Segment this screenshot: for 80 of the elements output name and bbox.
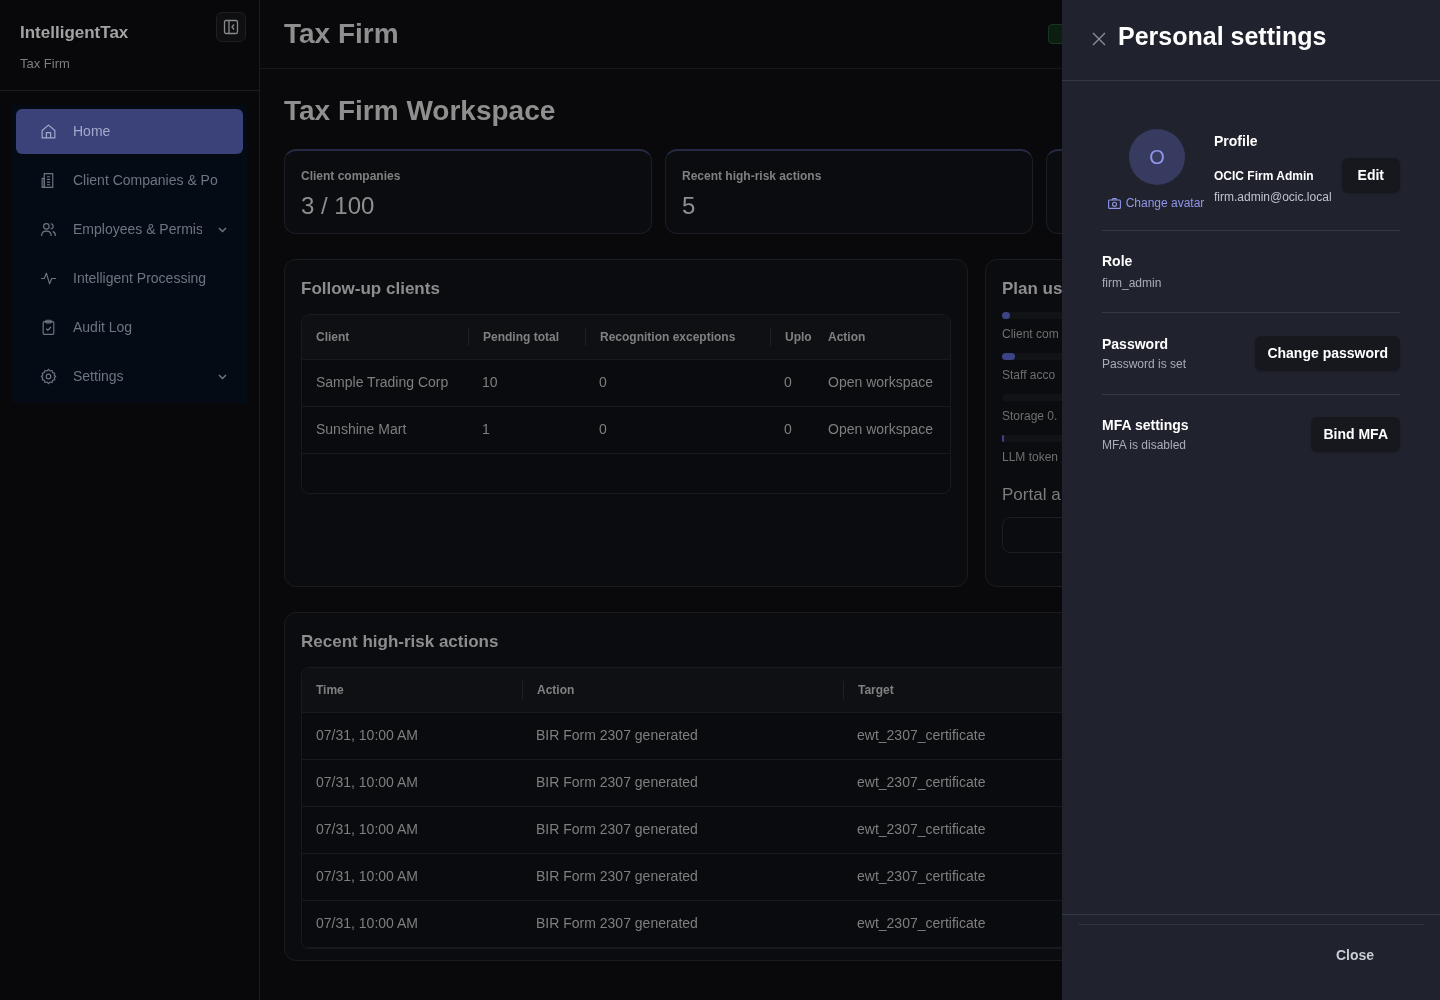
close-icon (1092, 32, 1106, 46)
profile-label: Profile (1214, 132, 1259, 151)
sidebar-item[interactable]: Employees & Permis (16, 207, 243, 252)
table-cell-text: 07/31, 10:00 AM (315, 726, 419, 745)
role-value: firm_admin (1102, 275, 1163, 292)
column-header: Time (315, 681, 345, 699)
table-cell-text: Sample Trading Corp (315, 373, 450, 392)
clipboard-icon (40, 319, 57, 336)
stat-value: 5 (682, 191, 697, 221)
user-email: firm.admin@ocic.local (1214, 189, 1333, 206)
home-icon (40, 123, 57, 140)
table-cell-text: 07/31, 10:00 AM (315, 820, 419, 839)
column-header: Recognition exceptions (585, 327, 770, 346)
table-cell-text: ewt_2307_certificate (856, 820, 987, 839)
column-header: Action (522, 680, 843, 699)
table-cell-text: BIR Form 2307 generated (535, 867, 699, 886)
page-title: Tax Firm Workspace (284, 94, 557, 128)
password-status: Password is set (1102, 356, 1187, 373)
usage-label: Storage 0. (1002, 407, 1059, 425)
bind-mfa-button[interactable]: Bind MFA (1311, 417, 1400, 452)
close-button[interactable]: Close (1335, 945, 1374, 966)
usage-label: LLM token (1002, 448, 1060, 466)
table-cell-text: BIR Form 2307 generated (535, 726, 699, 745)
table-cell-text: 0 (783, 420, 793, 439)
table-cell-text: ewt_2307_certificate (856, 914, 987, 933)
app-name: IntelligentTax (20, 22, 129, 44)
edit-button[interactable]: Edit (1341, 158, 1400, 193)
stat-value: 3 / 100 (301, 191, 376, 221)
table-cell-text: ewt_2307_certificate (856, 726, 987, 745)
table-cell-text: 07/31, 10:00 AM (315, 867, 419, 886)
close-icon-button[interactable] (1092, 32, 1106, 46)
app-subtitle: Tax Firm (20, 54, 71, 73)
column-header: Action (827, 328, 867, 346)
usage-label: Client com (1002, 325, 1060, 343)
sidebar-item[interactable]: Audit Log (16, 305, 243, 350)
password-label: Password (1102, 335, 1170, 354)
table-cell-text: BIR Form 2307 generated (535, 820, 699, 839)
column-header: Uplo (770, 327, 814, 346)
table-cell-text: 0 (783, 373, 793, 392)
sidebar-item[interactable]: Intelligent Processing (16, 256, 243, 301)
mfa-status: MFA is disabled (1102, 437, 1188, 454)
drawer-title: Personal settings (1118, 21, 1327, 52)
column-header: Pending total (468, 327, 585, 346)
pulse-icon (40, 270, 57, 287)
role-label: Role (1102, 252, 1134, 271)
sidebar-item[interactable]: Client Companies & Po (16, 158, 243, 203)
stat-label: Recent high-risk actions (682, 168, 823, 185)
table-cell-text: 07/31, 10:00 AM (315, 773, 419, 792)
table-cell-text: ewt_2307_certificate (856, 773, 987, 792)
stat-label: Client companies (301, 168, 402, 185)
table-cell-text: 0 (598, 373, 608, 392)
table-cell-text: 07/31, 10:00 AM (315, 914, 419, 933)
open-workspace-link[interactable]: Open workspace (814, 372, 950, 393)
table-cell-text: Sunshine Mart (315, 420, 408, 439)
users-icon (40, 221, 57, 238)
card-title: Follow-up clients (301, 278, 441, 300)
table-cell-text: 1 (481, 420, 491, 439)
usage-label: Staff acco (1002, 366, 1057, 384)
settings-icon (40, 368, 57, 385)
table-cell-text: 0 (598, 420, 608, 439)
card-title: Plan us (1002, 278, 1062, 300)
sidebar-item[interactable]: Home (16, 109, 243, 154)
page-header-title: Tax Firm (284, 17, 399, 51)
avatar: O (1129, 129, 1185, 185)
column-header: Client (315, 328, 351, 346)
table-cell-text: BIR Form 2307 generated (535, 773, 699, 792)
user-name: OCIC Firm Admin (1214, 167, 1314, 185)
sidebar-collapse-icon (223, 19, 239, 35)
sidebar-item[interactable]: Settings (16, 354, 243, 399)
mfa-label: MFA settings (1102, 416, 1189, 435)
collapse-sidebar-button[interactable] (216, 12, 246, 42)
section-title: Portal a (1002, 483, 1062, 506)
table-cell-text: ewt_2307_certificate (856, 867, 987, 886)
change-avatar-link[interactable]: Change avatar (1107, 194, 1205, 212)
table-cell-text: BIR Form 2307 generated (535, 914, 699, 933)
open-workspace-link[interactable]: Open workspace (814, 419, 950, 440)
card-title: Recent high-risk actions (301, 631, 500, 653)
table-cell-text: 10 (481, 373, 499, 392)
change-password-button[interactable]: Change password (1255, 336, 1400, 371)
camera-icon (1107, 197, 1121, 209)
